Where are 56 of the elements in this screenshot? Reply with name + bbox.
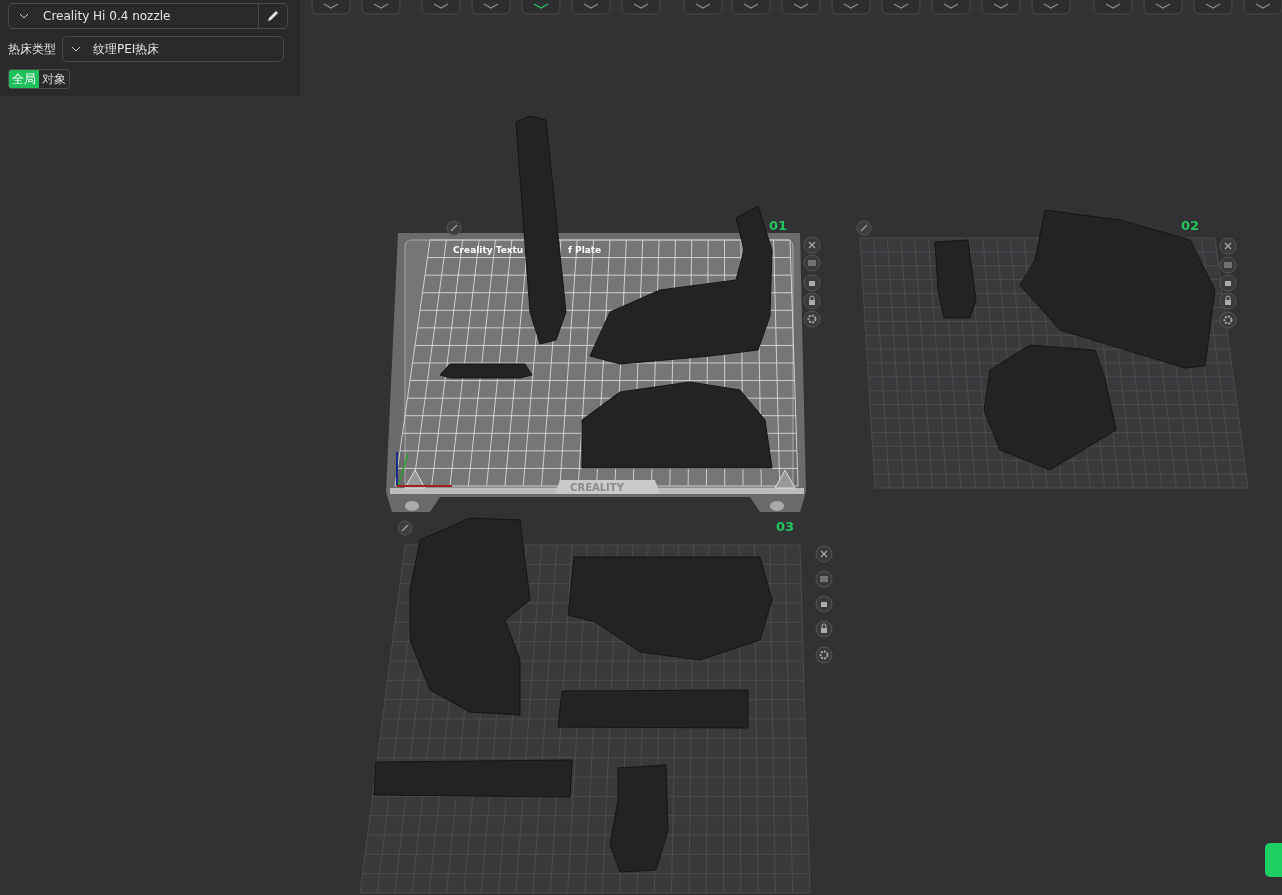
toolbar-button[interactable] <box>981 0 1021 15</box>
toolbar-button[interactable] <box>571 0 611 15</box>
toolbar-button[interactable] <box>1143 0 1183 15</box>
plate-number: 03 <box>775 519 795 534</box>
bed-logo: CREALITY <box>570 482 624 493</box>
gear-icon[interactable] <box>803 310 821 328</box>
toolbar-button[interactable] <box>781 0 821 15</box>
toolbar-button[interactable] <box>521 0 561 15</box>
gear-icon[interactable] <box>1219 311 1237 329</box>
toolbar-button[interactable] <box>1031 0 1071 15</box>
list-icon[interactable] <box>803 254 821 272</box>
printer-select-value: Creality Hi 0.4 nozzle <box>43 8 172 25</box>
bed-label: f Plate <box>568 245 602 255</box>
edit-icon[interactable] <box>446 220 462 236</box>
list-icon[interactable] <box>815 570 833 588</box>
bed-type-value: 纹理PEI热床 <box>93 41 160 58</box>
toolbar-button[interactable] <box>831 0 871 15</box>
toolbar-button[interactable] <box>361 0 401 15</box>
toolbar-button[interactable] <box>881 0 921 15</box>
toolbar-button[interactable] <box>471 0 511 15</box>
toolbar-button[interactable] <box>1193 0 1233 15</box>
close-icon[interactable] <box>815 545 833 563</box>
arrange-icon[interactable] <box>1219 274 1237 292</box>
printer-select[interactable]: Creality Hi 0.4 nozzle <box>8 3 288 29</box>
scope-tab[interactable]: 对象 <box>39 70 69 88</box>
lock-icon[interactable] <box>815 620 833 638</box>
lock-icon[interactable] <box>803 292 821 310</box>
close-icon[interactable] <box>803 236 821 254</box>
toolbar-button[interactable] <box>683 0 723 15</box>
action-button[interactable] <box>1265 843 1282 877</box>
chevron-down-icon <box>19 13 29 19</box>
list-icon[interactable] <box>1219 256 1237 274</box>
toolbar-button[interactable] <box>1093 0 1133 15</box>
chevron-down-icon <box>71 46 81 52</box>
axis-drawing <box>396 451 453 487</box>
bed-type-label: 热床类型 <box>8 41 56 58</box>
plate-number: 02 <box>1180 218 1200 233</box>
toolbar-button[interactable] <box>421 0 461 15</box>
warning-triangle-icon <box>404 469 426 489</box>
close-icon[interactable] <box>1219 237 1237 255</box>
edit-icon[interactable] <box>397 520 413 536</box>
arrange-icon[interactable] <box>815 595 833 613</box>
toolbar-button[interactable] <box>1243 0 1282 15</box>
gear-icon[interactable] <box>815 646 833 664</box>
bed-label: Creality Textu <box>453 245 524 255</box>
toolbar-button[interactable] <box>311 0 351 15</box>
toolbar-button[interactable] <box>621 0 661 15</box>
bed-type-select[interactable]: 纹理PEI热床 <box>62 36 284 62</box>
lock-icon[interactable] <box>1219 292 1237 310</box>
toolbar-button[interactable] <box>731 0 771 15</box>
edit-icon[interactable] <box>856 220 872 236</box>
plate-number: 01 <box>768 218 788 233</box>
toolbar-button[interactable] <box>931 0 971 15</box>
warning-triangle-icon <box>774 469 796 489</box>
pencil-icon[interactable] <box>266 9 280 23</box>
arrange-icon[interactable] <box>803 274 821 292</box>
